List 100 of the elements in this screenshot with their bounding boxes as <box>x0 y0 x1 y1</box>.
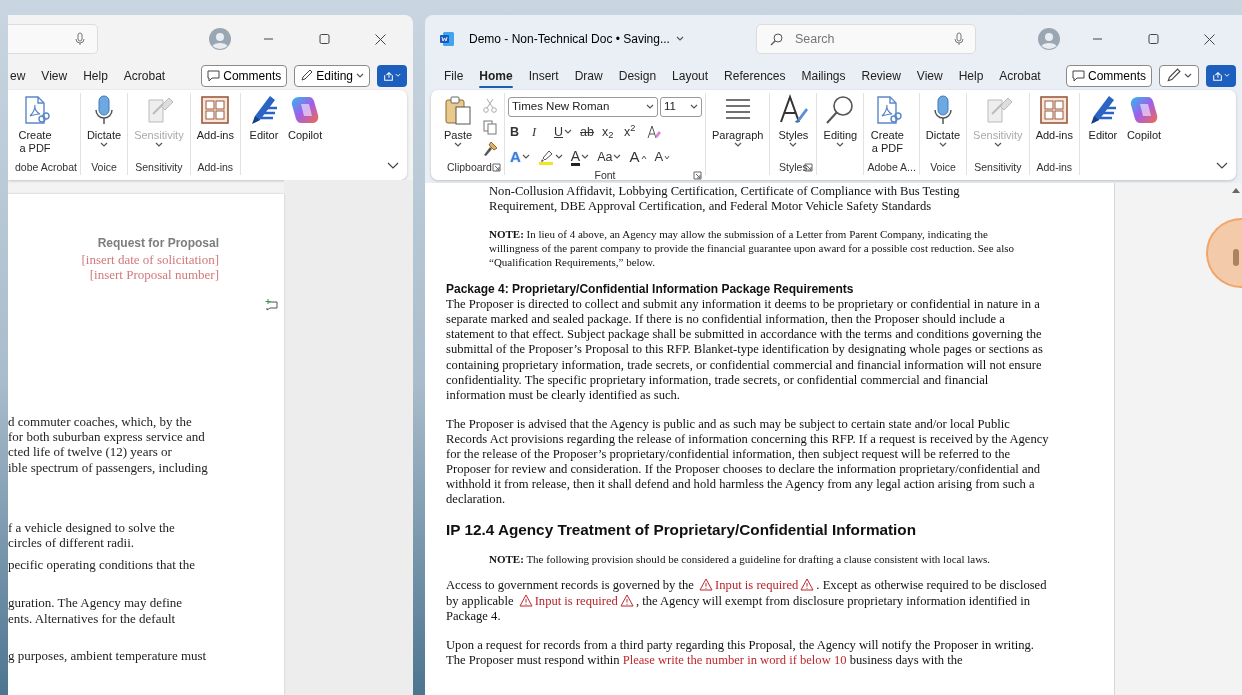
ribbon-tab[interactable]: Layout <box>664 63 717 88</box>
format-button[interactable]: Aa <box>595 146 624 168</box>
body-paragraph: Non-Collusion Affidavit, Lobbying Certification, Certificate of Compliance with Bus Testing Requirement, DBE Approval Certification, and Federal Motor Vehicle Safety Standards <box>488 184 961 215</box>
add-ins-grid-icon <box>199 94 232 126</box>
pencil-icon <box>1166 68 1181 83</box>
ribbon-tab[interactable]: ew <box>8 63 34 88</box>
comment-add-icon[interactable] <box>265 299 278 312</box>
ribbon-button[interactable]: Dictate <box>83 93 125 150</box>
ribbon-button[interactable]: Copilot <box>284 93 326 144</box>
ribbon-button[interactable]: Dictate <box>922 93 964 150</box>
body-paragraph: Upon a request for records from a third party regarding this Proposal, the Agency will notify the Proposer in writing. The Proposer must respond within Please write the number in word if below 10 business days with the <box>446 637 1035 668</box>
body-paragraph: The Proposer is directed to collect and submit any information it deems to be proprietary or confidential in nature in a separate marked and sealed package. If there is no confidential information, then the Proposer should include a statement to that effect. Subject package shall be submitted in accordance with the terms and conditions governing the submittal of the Proposer’s Proposal to this RFP. Blanket-type identification by designating whole pages or sections as containing proprietary information, trade secrets, or confidential commercial and financial information will not ensure confidentiality. The specific proprietary information, trade secrets, or confidential commercial and financial information must be clearly identified as such. <box>446 297 1044 403</box>
caret-icon <box>1184 72 1192 79</box>
ribbon-tab[interactable]: Insert <box>520 63 567 88</box>
editing-mode-dropdown[interactable]: Editing <box>294 64 370 87</box>
highlighter-icon <box>537 149 554 165</box>
search-field[interactable]: Search <box>755 23 976 54</box>
pencil-icon <box>300 69 314 82</box>
font-color-button[interactable]: A <box>568 146 592 168</box>
ribbon-tab[interactable]: Mailings <box>793 63 854 88</box>
comments-button[interactable]: Comments <box>201 64 288 87</box>
grow-font-button[interactable]: A <box>627 146 649 168</box>
ribbon-tab[interactable]: View <box>33 63 76 88</box>
section-heading: IP 12.4 Agency Treatment of Proprietary/Confidential Information <box>446 521 918 540</box>
dialog-launcher-icon[interactable] <box>693 171 702 180</box>
microphone-icon <box>953 31 964 46</box>
copy-pages-icon <box>482 119 498 135</box>
close-icon[interactable] <box>373 32 387 45</box>
italic-button[interactable]: I <box>530 121 548 143</box>
ribbon-button[interactable]: Styles <box>773 93 814 150</box>
ribbon-button[interactable]: Add-ins <box>193 93 237 144</box>
ribbon-button[interactable]: Editing <box>820 93 861 150</box>
maximize-icon[interactable] <box>1146 32 1160 45</box>
font-name-dropdown[interactable]: Times New Roman <box>508 97 658 117</box>
ribbon-tab[interactable]: Review <box>853 63 909 88</box>
text-line: f a vehicle designed to solve the <box>8 519 176 535</box>
ribbon-tab[interactable]: Help <box>950 63 992 88</box>
ribbon-button[interactable]: Create a PDF <box>867 93 908 157</box>
share-button[interactable] <box>1206 64 1236 87</box>
text-line: cted life of twelve (12) years or <box>8 444 173 460</box>
text-line: d commuter coaches, which, by the <box>8 414 193 430</box>
ribbon-tab[interactable]: View <box>908 63 951 88</box>
text-effects-button[interactable]: A <box>508 146 532 168</box>
ribbon-tab[interactable]: Acrobat <box>991 63 1049 88</box>
ribbon-button[interactable]: Create a PDF <box>15 93 55 157</box>
format-button[interactable]: x$^{2}$ <box>622 121 641 143</box>
caret-icon <box>1224 73 1230 78</box>
avatar-icon <box>209 27 231 50</box>
close-icon[interactable] <box>1202 32 1216 45</box>
scroll-up-arrow-icon[interactable] <box>1232 187 1240 193</box>
caret-icon <box>646 104 654 110</box>
search-icon <box>769 32 783 46</box>
editing-mode-dropdown[interactable] <box>1159 64 1199 87</box>
subsection-heading: Package 4: Proprietary/Confidential Information Package Requirements <box>446 281 855 298</box>
ribbon-button[interactable]: Paragraph <box>709 93 767 150</box>
placeholder-text: [insert date of solicitation] <box>81 252 219 267</box>
group-label: Voice <box>930 159 956 175</box>
share-button[interactable] <box>377 64 407 87</box>
document-title-dropdown[interactable]: Demo - Non-Technical Doc • Saving... <box>469 29 684 48</box>
group-label: dobe Acrobat <box>15 159 77 175</box>
ribbon-tab[interactable]: Design <box>610 63 665 88</box>
ribbon-tab[interactable]: Acrobat <box>115 63 174 88</box>
scrollbar-thumb[interactable] <box>1233 249 1239 266</box>
format-button[interactable]: x$_{2}$ <box>600 121 619 143</box>
collapse-chevron-icon[interactable] <box>387 161 399 170</box>
text-line: pecific operating conditions that the <box>8 557 196 573</box>
ribbon-button[interactable]: Paste <box>438 93 478 150</box>
underline-button[interactable]: U <box>552 121 575 143</box>
word-logo-icon <box>439 30 455 47</box>
note-paragraph: NOTE: In lieu of 4 above, an Agency may allow the submission of a Letter from Parent Company, indicating the willingness of the parent company to provide the financial guarantee upon award for a possible cost reduction. See also “Qualification Requirements,” below. <box>488 227 1016 270</box>
shrink-font-button[interactable]: A <box>652 146 673 168</box>
maximize-icon[interactable] <box>317 32 331 45</box>
avatar-icon <box>1038 27 1060 50</box>
ribbon-tab[interactable]: File <box>436 63 472 88</box>
comments-button[interactable]: Comments <box>1066 64 1152 87</box>
bold-button[interactable]: B <box>508 121 526 143</box>
placeholder-text: [insert Proposal number] <box>89 267 219 282</box>
group-label: Adobe A... <box>867 159 916 175</box>
clipboard-icon <box>442 94 474 126</box>
ribbon-tab[interactable]: References <box>716 63 794 88</box>
caret-icon <box>356 72 364 79</box>
ribbon-button[interactable]: Editor <box>1082 93 1123 144</box>
group-label: Styles <box>779 159 808 175</box>
ribbon-tab[interactable]: Draw <box>566 63 611 88</box>
group-label: Add-ins <box>1036 159 1073 175</box>
body-paragraph: Access to government records is governed by the Input is required . Except as otherwise required to be disclosed by applicable Input is required , the Agency will exempt from disclosure proprietary information identified in Package 4. <box>446 578 1048 624</box>
search-field[interactable] <box>8 23 98 54</box>
microphone-icon <box>75 31 85 46</box>
ribbon-tab[interactable]: Help <box>75 63 116 88</box>
strikethrough-button[interactable]: ab <box>578 121 597 143</box>
font-size-dropdown[interactable]: 11 <box>660 97 702 117</box>
ribbon-button[interactable]: Copilot <box>1123 93 1165 144</box>
collapse-chevron-icon[interactable] <box>1216 161 1228 170</box>
ribbon-button[interactable]: Editor <box>243 93 284 144</box>
text-line: circles of different radii. <box>8 535 136 551</box>
share-icon <box>383 69 395 82</box>
ribbon-tab[interactable]: Home <box>471 63 521 88</box>
eraser-icon <box>646 124 663 140</box>
ribbon-button[interactable]: Add-ins <box>1032 93 1076 144</box>
dialog-launcher-icon[interactable] <box>492 163 501 172</box>
